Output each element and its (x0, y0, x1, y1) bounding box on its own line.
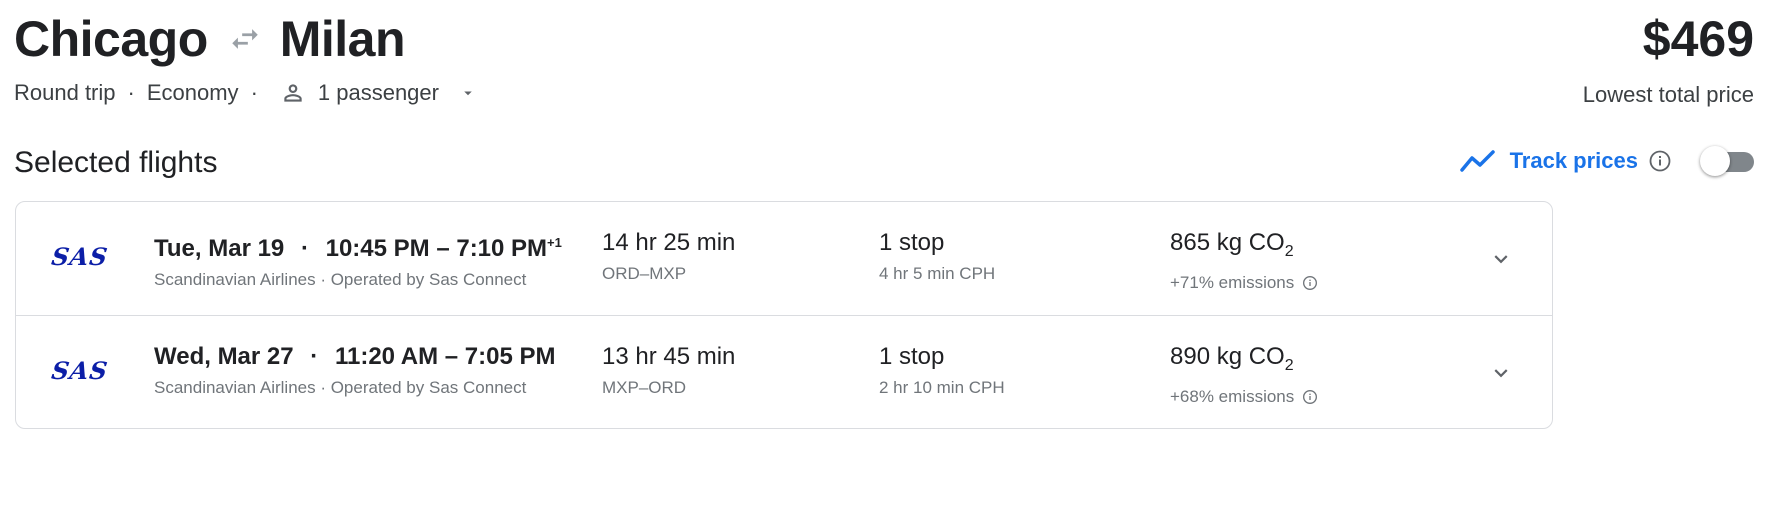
flight-route: ORD–MXP (602, 264, 687, 283)
dropdown-caret-icon[interactable] (459, 84, 477, 102)
separator-dot: · (310, 343, 319, 370)
toggle-knob (1700, 146, 1730, 176)
flight-times: Wed, Mar 27 · 11:20 AM – 7:05 PM Scandin… (154, 342, 556, 398)
flight-stops-block: 1 stop 4 hr 5 min CPH (879, 228, 995, 284)
info-icon[interactable] (1302, 389, 1318, 405)
flight-row[interactable]: SAS Tue, Mar 19 · 10:45 PM – 7:10 PM+1 S… (16, 202, 1552, 315)
track-prices[interactable]: Track prices (1459, 148, 1672, 174)
flight-time-range: 11:20 AM – 7:05 PM (334, 343, 556, 370)
sas-logo: SAS (49, 242, 111, 271)
co2-subscript: 2 (1284, 357, 1294, 374)
layover-info: 4 hr 5 min CPH (879, 264, 996, 283)
emissions-percent: +71% emissions (1170, 273, 1295, 292)
flight-time-range: 10:45 PM – 7:10 PM (325, 235, 548, 262)
layover-info: 2 hr 10 min CPH (879, 378, 1005, 397)
flight-duration: 13 hr 45 min (602, 343, 736, 370)
emissions-block: 865 kg CO2 +71% emissions (1170, 228, 1318, 293)
person-icon (280, 80, 306, 106)
airline-name: Scandinavian Airlines · Operated by Sas … (154, 378, 527, 397)
trending-line-icon (1459, 148, 1496, 174)
flight-date: Wed, Mar 27 (154, 343, 294, 370)
price-label: Lowest total price (1582, 82, 1754, 107)
separator-dot: · (300, 235, 309, 262)
day-offset: +1 (547, 235, 562, 250)
flight-route: MXP–ORD (602, 378, 687, 397)
co2-amount: 890 kg CO (1170, 343, 1285, 370)
flight-duration: 14 hr 25 min (602, 229, 736, 256)
route-title: Chicago Milan (14, 6, 406, 72)
destination-city: Milan (279, 11, 406, 67)
co2-amount: 865 kg CO (1170, 229, 1285, 256)
swap-arrows-icon (228, 22, 262, 56)
passenger-count[interactable]: 1 passenger (318, 80, 439, 106)
airline-name: Scandinavian Airlines · Operated by Sas … (154, 270, 527, 289)
emissions-percent: +68% emissions (1170, 387, 1295, 406)
sas-logo: SAS (49, 356, 111, 385)
emissions-block: 890 kg CO2 +68% emissions (1170, 342, 1318, 407)
flight-stops-block: 1 stop 2 hr 10 min CPH (879, 342, 1005, 398)
flight-row[interactable]: SAS Wed, Mar 27 · 11:20 AM – 7:05 PM Sca… (16, 315, 1552, 428)
flight-date: Tue, Mar 19 (154, 235, 285, 262)
flight-duration-block: 14 hr 25 min ORD–MXP (602, 228, 735, 284)
flight-stops: 1 stop (879, 229, 945, 256)
trip-options: Round trip · Economy · 1 passenger (14, 80, 477, 106)
total-price: $469 (1642, 11, 1754, 67)
flight-stops: 1 stop (879, 343, 945, 370)
co2-subscript: 2 (1284, 243, 1294, 260)
section-title: Selected flights (14, 146, 218, 179)
cabin-class[interactable]: Economy (147, 80, 239, 106)
trip-type[interactable]: Round trip (14, 80, 116, 106)
track-prices-toggle[interactable] (1700, 146, 1754, 176)
chevron-down-icon[interactable] (1488, 360, 1514, 386)
track-prices-label[interactable]: Track prices (1510, 148, 1638, 174)
selected-flights-card: SAS Tue, Mar 19 · 10:45 PM – 7:10 PM+1 S… (15, 201, 1553, 429)
separator-dot: · (250, 80, 258, 105)
info-icon[interactable] (1648, 149, 1672, 173)
flight-times: Tue, Mar 19 · 10:45 PM – 7:10 PM+1 Scand… (154, 228, 562, 290)
flight-duration-block: 13 hr 45 min MXP–ORD (602, 342, 735, 398)
separator-dot: · (127, 80, 135, 105)
info-icon[interactable] (1302, 275, 1318, 291)
chevron-down-icon[interactable] (1488, 246, 1514, 272)
origin-city: Chicago (14, 11, 208, 67)
